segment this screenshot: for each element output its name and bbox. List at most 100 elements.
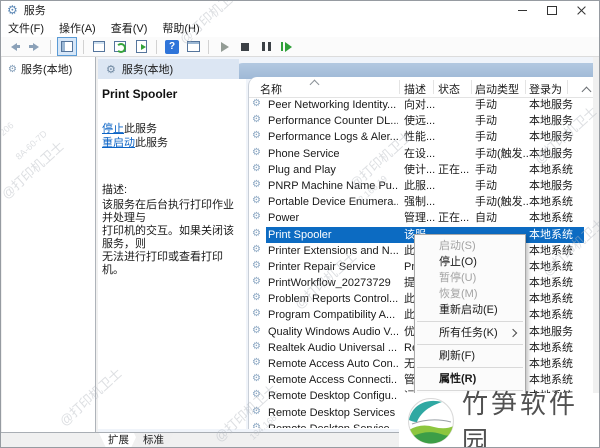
logon-cell: 本地服务	[529, 147, 573, 160]
logon-cell: 本地系统	[529, 341, 573, 354]
services-window: ⚙ 服务 文件(F) 操作(A) 查看(V) 帮助(H) ⚙ 服务(本地) ⚙ 服务(…	[0, 0, 600, 448]
bamboo-shoot-circle-logo-icon	[407, 398, 454, 444]
menu-h[interactable]: 帮助(H)	[162, 20, 199, 36]
name-cell: Portable Device Enumera...	[268, 196, 398, 209]
service-row[interactable]: ⚙ Phone Service 在设... 手动(触发... 本地服务	[249, 146, 593, 162]
column-header[interactable]: 名称	[260, 81, 282, 97]
desc-cell: 管理...	[404, 212, 436, 225]
logon-cell: 本地系统	[529, 244, 573, 257]
properties-icon[interactable]	[90, 38, 108, 55]
name-cell: Performance Counter DL...	[268, 115, 398, 128]
name-cell: Remote Desktop Service...	[268, 422, 398, 428]
name-cell: Program Compatibility A...	[268, 309, 396, 322]
name-cell: Print Spooler	[268, 228, 332, 241]
console-tree-icon[interactable]	[57, 37, 77, 56]
gear-icon: ⚙	[252, 227, 261, 239]
start-icon[interactable]	[215, 38, 233, 55]
stop-icon[interactable]	[236, 38, 254, 55]
services-gear-icon: ⚙	[106, 62, 116, 76]
tree-item-services-local[interactable]: ⚙ 服务(本地)	[2, 57, 95, 77]
service-row[interactable]: ⚙ Performance Counter DL... 使远... 手动 本地服务	[249, 113, 593, 129]
menu-f[interactable]: 文件(F)	[8, 20, 44, 36]
startup-cell: 手动	[475, 99, 497, 111]
context-menu-item[interactable]: 重新启动(E)	[415, 302, 525, 318]
service-row[interactable]: ⚙ Performance Logs & Aler... 性能... 手动 本地服务	[249, 129, 593, 145]
toolbar-separator	[50, 39, 51, 54]
gear-icon: ⚙	[252, 243, 261, 255]
gear-icon: ⚙	[252, 162, 261, 174]
name-cell: Printer Repair Service	[268, 260, 376, 273]
stop-service-line: 停止此服务	[102, 123, 157, 135]
toolbar-separator	[208, 39, 209, 54]
name-cell: PNRP Machine Name Pu...	[268, 179, 398, 192]
service-row[interactable]: ⚙ PNRP Machine Name Pu... 此服... 手动 本地服务	[249, 178, 593, 194]
window-title: 服务	[23, 5, 46, 17]
forward-icon[interactable]	[26, 38, 44, 55]
close-icon[interactable]	[567, 1, 597, 19]
restart-service-line: 重启动此服务	[102, 137, 168, 149]
minimize-icon[interactable]	[507, 1, 537, 19]
gear-icon: ⚙	[252, 146, 261, 158]
logon-cell: 本地系统	[529, 212, 573, 225]
gear-icon: ⚙	[252, 178, 261, 190]
desc-cell: 使远...	[404, 115, 436, 128]
toolbar-separator	[156, 39, 157, 54]
service-row[interactable]: ⚙ Plug and Play 使计... 正在... 手动 本地系统	[249, 162, 593, 178]
startup-cell: 手动	[475, 179, 497, 192]
restart-service-link[interactable]: 重启动	[102, 137, 135, 149]
services-gear-icon: ⚙	[7, 3, 18, 17]
description-text: 该服务在后台执行打印作业并处理与 打印机的交互。如果关闭该服务，则 无法进行打印…	[102, 199, 234, 276]
context-menu-item[interactable]: 刷新(F)	[415, 348, 525, 364]
stop-service-link[interactable]: 停止	[102, 123, 124, 135]
logon-cell: 本地服务	[529, 99, 573, 111]
refresh-icon[interactable]	[111, 38, 129, 55]
column-header[interactable]: 状态	[438, 81, 460, 97]
gear-icon: ⚙	[252, 340, 261, 352]
logon-cell: 本地系统	[529, 228, 573, 241]
list-header: 名称 描述 状态 启动类型 登录为	[249, 77, 593, 98]
name-cell: PrintWorkflow_20273729	[268, 277, 391, 290]
menu-a[interactable]: 操作(A)	[59, 20, 96, 36]
logon-cell: 本地服务	[529, 325, 573, 338]
tab-extended[interactable]: 扩展	[99, 433, 138, 448]
desc-cell: 使计...	[404, 163, 436, 176]
export-list-icon[interactable]	[132, 38, 150, 55]
desc-cell: 向对...	[404, 99, 436, 111]
help-icon[interactable]	[165, 39, 179, 54]
column-header[interactable]: 登录为	[529, 81, 562, 97]
back-icon[interactable]	[5, 38, 23, 55]
maximize-icon[interactable]	[537, 1, 567, 19]
name-cell: Remote Access Connecti...	[268, 374, 398, 387]
name-cell: Problem Reports Control...	[268, 293, 398, 306]
status-cell: 正在...	[438, 212, 470, 225]
name-cell: Realtek Audio Universal ...	[268, 341, 398, 354]
window-view-icon[interactable]	[184, 38, 202, 55]
context-menu-item[interactable]: 所有任务(K)	[415, 325, 525, 341]
column-separator	[399, 80, 400, 94]
scrollbar-up-icon[interactable]	[581, 86, 592, 97]
service-row[interactable]: ⚙ Power 管理... 正在... 自动 本地系统	[249, 210, 593, 226]
service-row[interactable]: ⚙ Portable Device Enumera... 强制... 手动(触发...…	[249, 194, 593, 210]
context-menu-item[interactable]: 停止(O)	[415, 254, 525, 270]
description-label: 描述:	[102, 184, 128, 196]
gear-icon: ⚙	[252, 373, 261, 385]
site-logo: 竹笋软件园	[399, 389, 599, 447]
context-menu-item: 暂停(U)	[439, 272, 477, 284]
pause-icon[interactable]	[257, 38, 275, 55]
desc-cell: 此服...	[404, 179, 436, 192]
name-cell: Plug and Play	[268, 163, 336, 176]
logon-cell: 本地服务	[529, 131, 573, 144]
service-row[interactable]: ⚙ Peer Networking Identity... 向对... 手动 本地服务	[249, 97, 593, 113]
column-header[interactable]: 描述	[404, 81, 426, 97]
column-header[interactable]: 启动类型	[475, 81, 519, 97]
name-cell: Performance Logs & Aler...	[268, 131, 398, 144]
startup-cell: 手动	[475, 131, 497, 144]
desc-cell: 在设...	[404, 147, 436, 160]
menu-v[interactable]: 查看(V)	[111, 20, 148, 36]
gear-icon: ⚙	[252, 98, 261, 109]
tab-standard[interactable]: 标准	[134, 433, 173, 448]
services-gear-icon: ⚙	[8, 63, 17, 75]
restart-icon[interactable]	[278, 38, 296, 55]
gear-icon: ⚙	[252, 308, 261, 320]
submenu-arrow-icon	[508, 328, 518, 338]
